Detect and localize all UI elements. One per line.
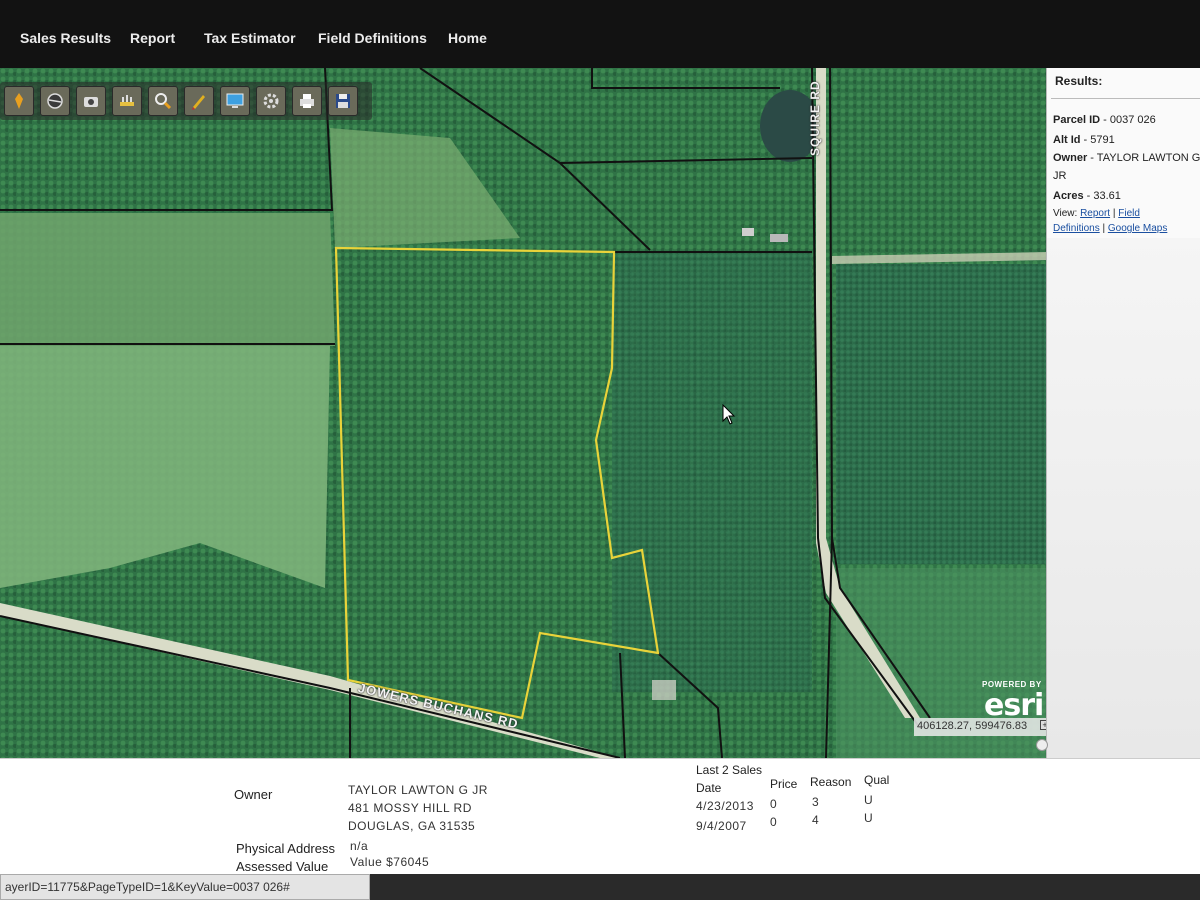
sale-2-price: 0: [770, 815, 778, 829]
map-toolbar: [0, 82, 372, 120]
mouse-cursor-icon: [722, 404, 736, 425]
panel-close-icon[interactable]: [1036, 739, 1048, 751]
draw-tool-button[interactable]: [184, 86, 214, 116]
owner-name: TAYLOR LAWTON G JR: [348, 783, 488, 797]
sales-header-date: Date: [696, 781, 722, 795]
assessed-value: Value $76045: [350, 855, 430, 869]
globe-tool-button[interactable]: [40, 86, 70, 116]
zoom-tool-button[interactable]: [148, 86, 178, 116]
draw-icon: [192, 95, 205, 110]
definitions-link[interactable]: Definitions: [1053, 223, 1100, 234]
status-bar-url: ayerID=11775&PageTypeID=1&KeyValue=0037 …: [0, 874, 370, 900]
measure-icon: [120, 95, 134, 106]
nav-sales-results[interactable]: Sales Results: [20, 30, 111, 46]
sale-1-qual: U: [864, 793, 874, 807]
owner-address-line2: DOUGLAS, GA 31535: [348, 819, 476, 833]
acres-row: Acres - 33.61: [1053, 190, 1121, 202]
coordinate-readout: 406128.27, 599476.83: [914, 718, 1048, 736]
results-empty-area: [1047, 238, 1200, 758]
sale-1-price: 0: [770, 797, 778, 811]
sale-2-qual: U: [864, 811, 874, 825]
parcel-id-row: Parcel ID - 0037 026: [1053, 114, 1156, 126]
owner-address-line1: 481 MOSSY HILL RD: [348, 801, 472, 815]
nav-report[interactable]: Report: [130, 30, 175, 46]
acres-value: - 33.61: [1083, 190, 1121, 202]
print-icon: [300, 94, 314, 108]
sales-header-reason: Reason: [810, 775, 852, 789]
sales-header-price: Price: [770, 777, 798, 791]
marker-tool-button[interactable]: [4, 86, 34, 116]
aerial-map[interactable]: SQUIRE RD JOWERS BUCHANS RD POWERED BY e…: [0, 68, 1048, 758]
alt-id-value: - 5791: [1080, 134, 1115, 146]
report-link[interactable]: Report: [1080, 208, 1110, 219]
field-link[interactable]: Field: [1118, 208, 1140, 219]
owner-field-label: Owner: [234, 787, 273, 802]
owner-row: Owner - TAYLOR LAWTON G: [1053, 152, 1200, 164]
nav-tax-estimator[interactable]: Tax Estimator: [204, 30, 296, 46]
sale-1-date: 4/23/2013: [696, 799, 754, 813]
sale-2-date: 9/4/2007: [696, 819, 747, 833]
view-links-row-2: Definitions | Google Maps: [1053, 223, 1168, 234]
print-tool-button[interactable]: [292, 86, 322, 116]
sale-2-reason: 4: [812, 813, 820, 827]
view-label: View:: [1053, 208, 1081, 219]
view-links-row: View: Report | Field: [1053, 208, 1140, 219]
aerial-imagery: [0, 68, 1048, 758]
nav-field-definitions[interactable]: Field Definitions: [318, 30, 427, 46]
results-title: Results:: [1055, 74, 1103, 88]
owner-label: Owner: [1053, 152, 1088, 164]
zoom-icon: [155, 93, 172, 110]
save-icon: [336, 94, 350, 108]
owner-value: - TAYLOR LAWTON G: [1087, 152, 1200, 164]
globe-icon: [47, 93, 63, 109]
physical-address-value: n/a: [350, 839, 369, 853]
alt-id-row: Alt Id - 5791: [1053, 134, 1115, 146]
monitor-icon: [226, 93, 244, 108]
results-panel: Results: Parcel ID - 0037 026 Alt Id - 5…: [1046, 68, 1200, 758]
settings-icon: [263, 93, 279, 109]
results-divider: [1051, 98, 1200, 99]
parcel-info-panel: Owner TAYLOR LAWTON G JR 481 MOSSY HILL …: [0, 739, 1200, 874]
pencil-marker-icon: [15, 93, 23, 109]
settings-tool-button[interactable]: [256, 86, 286, 116]
top-navigation: Sales Results Report Tax Estimator Field…: [0, 0, 1200, 68]
save-tool-button[interactable]: [328, 86, 358, 116]
sales-header-qual: Qual: [864, 773, 890, 787]
street-label-squire-rd: SQUIRE RD: [808, 80, 822, 156]
assessed-value-label: Assessed Value: [236, 859, 329, 874]
parcel-id-label: Parcel ID: [1053, 114, 1101, 126]
measure-tool-button[interactable]: [112, 86, 142, 116]
alt-id-label: Alt Id: [1053, 134, 1081, 146]
sale-1-reason: 3: [812, 795, 820, 809]
parcel-id-value: - 0037 026: [1100, 114, 1156, 126]
camera-tool-button[interactable]: [76, 86, 106, 116]
physical-address-label: Physical Address: [236, 841, 335, 856]
nav-home[interactable]: Home: [448, 30, 487, 46]
owner-continued: JR: [1053, 170, 1067, 182]
camera-icon: [84, 97, 98, 107]
screen-bezel: [370, 874, 1200, 900]
last-sales-title: Last 2 Sales: [696, 763, 763, 777]
google-maps-link[interactable]: Google Maps: [1108, 223, 1167, 234]
monitor-tool-button[interactable]: [220, 86, 250, 116]
acres-label: Acres: [1053, 190, 1084, 202]
